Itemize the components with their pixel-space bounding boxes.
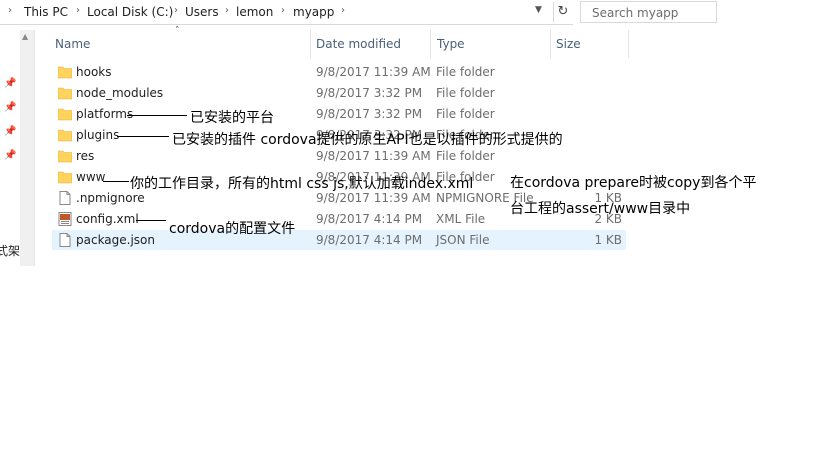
column-divider[interactable] <box>310 30 311 58</box>
file-type: File folder <box>436 86 495 100</box>
chevron-right-icon[interactable]: › <box>225 5 229 16</box>
file-name: .npmignore <box>76 191 145 205</box>
file-row[interactable]: node_modules 9/8/2017 3:32 PM File folder <box>52 83 626 103</box>
file-row[interactable]: hooks 9/8/2017 11:39 AM File folder <box>52 62 626 82</box>
file-icon <box>58 191 72 205</box>
breadcrumb-lemon[interactable]: lemon <box>236 5 273 19</box>
pin-icon[interactable]: 📌 <box>4 126 16 137</box>
file-name: platforms <box>76 107 134 121</box>
pin-icon[interactable]: 📌 <box>4 78 16 89</box>
search-placeholder: Search myapp <box>592 6 679 20</box>
file-date-modified: 9/8/2017 11:39 AM <box>316 65 431 79</box>
chevron-right-icon[interactable]: › <box>8 5 12 16</box>
folder-icon <box>57 107 73 121</box>
file-icon <box>58 233 72 247</box>
annotation-line <box>127 115 187 116</box>
file-date-modified: 9/8/2017 11:39 AM <box>316 149 431 163</box>
breadcrumb-local-disk[interactable]: Local Disk (C:) <box>87 5 173 19</box>
file-name: config.xml <box>76 212 139 226</box>
column-divider[interactable] <box>550 30 551 58</box>
file-name: res <box>76 149 95 163</box>
annotation-www-note-line2: 台工程的assert/www目录中 <box>510 201 691 217</box>
file-row[interactable]: res 9/8/2017 11:39 AM File folder <box>52 146 626 166</box>
folder-icon <box>57 86 73 100</box>
file-name: package.json <box>76 233 156 247</box>
navigation-pane: ▲ 📌 📌 📌 📌 <box>0 30 35 266</box>
chevron-right-icon[interactable]: › <box>76 5 80 16</box>
file-date-modified: 9/8/2017 11:39 AM <box>316 191 431 205</box>
annotation-www-note-line1: 在cordova prepare时被copy到各个平 <box>510 175 757 191</box>
chevron-right-icon[interactable]: › <box>174 5 178 16</box>
folder-icon <box>57 128 73 142</box>
file-type: File folder <box>436 65 495 79</box>
file-type: JSON File <box>436 233 490 247</box>
annotation-line <box>103 181 129 182</box>
nav-item-label[interactable]: 式架 <box>0 242 20 259</box>
address-bar[interactable]: › This PC › Local Disk (C:) › Users › le… <box>0 0 573 25</box>
file-type: XML File <box>436 212 486 226</box>
annotation-plugins: 已安装的插件 cordova提供的原生API也是以插件的形式提供的 <box>172 132 563 148</box>
pin-icon[interactable]: 📌 <box>4 150 16 161</box>
column-header-date[interactable]: Date modified <box>316 30 401 58</box>
column-header-name[interactable]: Name <box>55 30 90 58</box>
xml-file-icon <box>58 212 72 226</box>
file-date-modified: 9/8/2017 3:32 PM <box>316 86 423 100</box>
file-type: File folder <box>436 149 495 163</box>
chevron-right-icon[interactable]: › <box>341 5 345 16</box>
file-size: 1 KB <box>594 233 622 247</box>
annotation-line <box>117 136 169 137</box>
annotation-line <box>136 220 166 221</box>
annotation-config: cordova的配置文件 <box>169 221 296 237</box>
nav-scrollbar[interactable] <box>20 30 34 266</box>
file-type: File folder <box>436 107 495 121</box>
file-name: plugins <box>76 128 120 142</box>
file-date-modified: 9/8/2017 3:32 PM <box>316 107 423 121</box>
file-name: www <box>76 170 106 184</box>
scroll-up-icon[interactable]: ▲ <box>22 32 28 41</box>
file-row[interactable]: package.json 9/8/2017 4:14 PM JSON File 1 K… <box>52 230 626 250</box>
pin-icon[interactable]: 📌 <box>4 102 16 113</box>
chevron-down-icon[interactable]: ▼ <box>535 5 547 19</box>
folder-icon <box>57 65 73 79</box>
file-name: hooks <box>76 65 112 79</box>
file-date-modified: 9/8/2017 4:14 PM <box>316 212 423 226</box>
file-name: node_modules <box>76 86 164 100</box>
breadcrumb-users[interactable]: Users <box>185 5 219 19</box>
annotation-platforms: 已安装的平台 <box>190 110 274 126</box>
sort-ascending-icon: ˄ <box>175 26 180 36</box>
folder-icon <box>57 149 73 163</box>
column-header-size[interactable]: Size <box>556 30 581 58</box>
file-date-modified: 9/8/2017 4:14 PM <box>316 233 423 247</box>
column-divider[interactable] <box>628 30 629 58</box>
folder-icon <box>57 170 73 184</box>
annotation-www: 你的工作目录，所有的html css js,默认加载index.xml <box>130 176 474 192</box>
file-row[interactable]: platforms 9/8/2017 3:32 PM File folder <box>52 104 626 124</box>
search-input[interactable]: Search myapp <box>580 1 717 23</box>
column-divider[interactable] <box>430 30 431 58</box>
breadcrumb-this-pc[interactable]: This PC <box>24 5 68 19</box>
column-header-type[interactable]: Type <box>437 30 465 58</box>
chevron-right-icon[interactable]: › <box>281 5 285 16</box>
refresh-icon[interactable]: ↻ <box>553 2 572 22</box>
breadcrumb-myapp[interactable]: myapp <box>293 5 334 19</box>
